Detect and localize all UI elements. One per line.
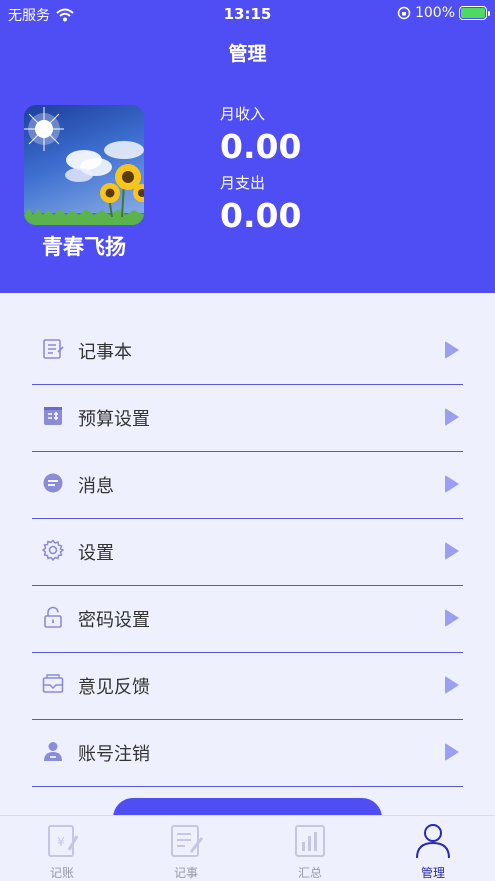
menu-item-settings[interactable]: 设置 [32,519,463,586]
user-name: 青春飞扬 [42,235,126,259]
summary-chart-icon [295,825,325,857]
chevron-right-icon [445,341,459,359]
ledger-icon: ¥ [48,825,79,857]
menu-label: 密码设置 [78,610,150,631]
page-title: 管理 [228,43,267,65]
menu-label: 预算设置 [78,409,150,430]
message-icon [43,473,63,493]
orientation-lock-icon [397,6,411,20]
menu-item-budget[interactable]: 预算设置 [32,385,463,452]
lock-icon [44,606,62,628]
menu-item-notebook[interactable]: 记事本 [32,318,463,385]
menu-label: 消息 [78,476,114,497]
sunflower-image [24,107,144,225]
tab-label: 记账 [49,866,74,880]
battery-icon [459,6,490,20]
menu-item-feedback[interactable]: 意见反馈 [32,653,463,720]
svg-text:¥: ¥ [57,835,65,849]
mail-icon [42,674,64,693]
battery-percent: 100% [414,5,455,21]
tab-label: 汇总 [297,866,322,880]
tab-summary[interactable]: 汇总 [248,816,372,881]
status-bar: 无服务 13:15 100% [0,0,495,28]
menu-item-messages[interactable]: 消息 [32,452,463,519]
notes-icon [171,825,204,857]
menu-label: 设置 [78,543,114,564]
chevron-right-icon [445,609,459,627]
chevron-right-icon [445,408,459,426]
income-value: 0.00 [220,127,302,166]
menu-label: 账号注销 [78,744,150,765]
menu-list: 记事本 预算设置 消息 设置 密码设置 意见反馈 账号注销 [32,318,463,787]
chevron-right-icon [445,743,459,761]
notebook-icon [43,339,64,359]
menu-item-password[interactable]: 密码设置 [32,586,463,653]
menu-item-delete-account[interactable]: 账号注销 [32,720,463,787]
tab-label: 管理 [420,866,445,880]
tab-label: 记事 [173,866,198,880]
profile-header: 管理 青春飞扬 月收入 0.00 月支出 0.00 [0,28,495,293]
menu-label: 意见反馈 [78,677,150,698]
status-right: 100% [397,5,490,21]
expense-label: 月支出 [220,174,266,192]
menu-label: 记事本 [78,342,132,363]
gear-icon [42,539,64,561]
tab-bookkeeping[interactable]: ¥ 记账 [0,816,124,881]
user-icon [44,742,62,761]
chevron-right-icon [445,542,459,560]
person-icon [416,824,450,859]
tab-manage[interactable]: 管理 [371,816,495,881]
chevron-right-icon [445,475,459,493]
tab-notes[interactable]: 记事 [124,816,248,881]
chevron-right-icon [445,676,459,694]
tab-bar: ¥ 记账 记事 汇总 管理 [0,815,495,881]
expense-value: 0.00 [220,196,302,235]
income-label: 月收入 [220,105,266,123]
calculator-icon [44,407,62,425]
avatar[interactable] [24,105,144,225]
